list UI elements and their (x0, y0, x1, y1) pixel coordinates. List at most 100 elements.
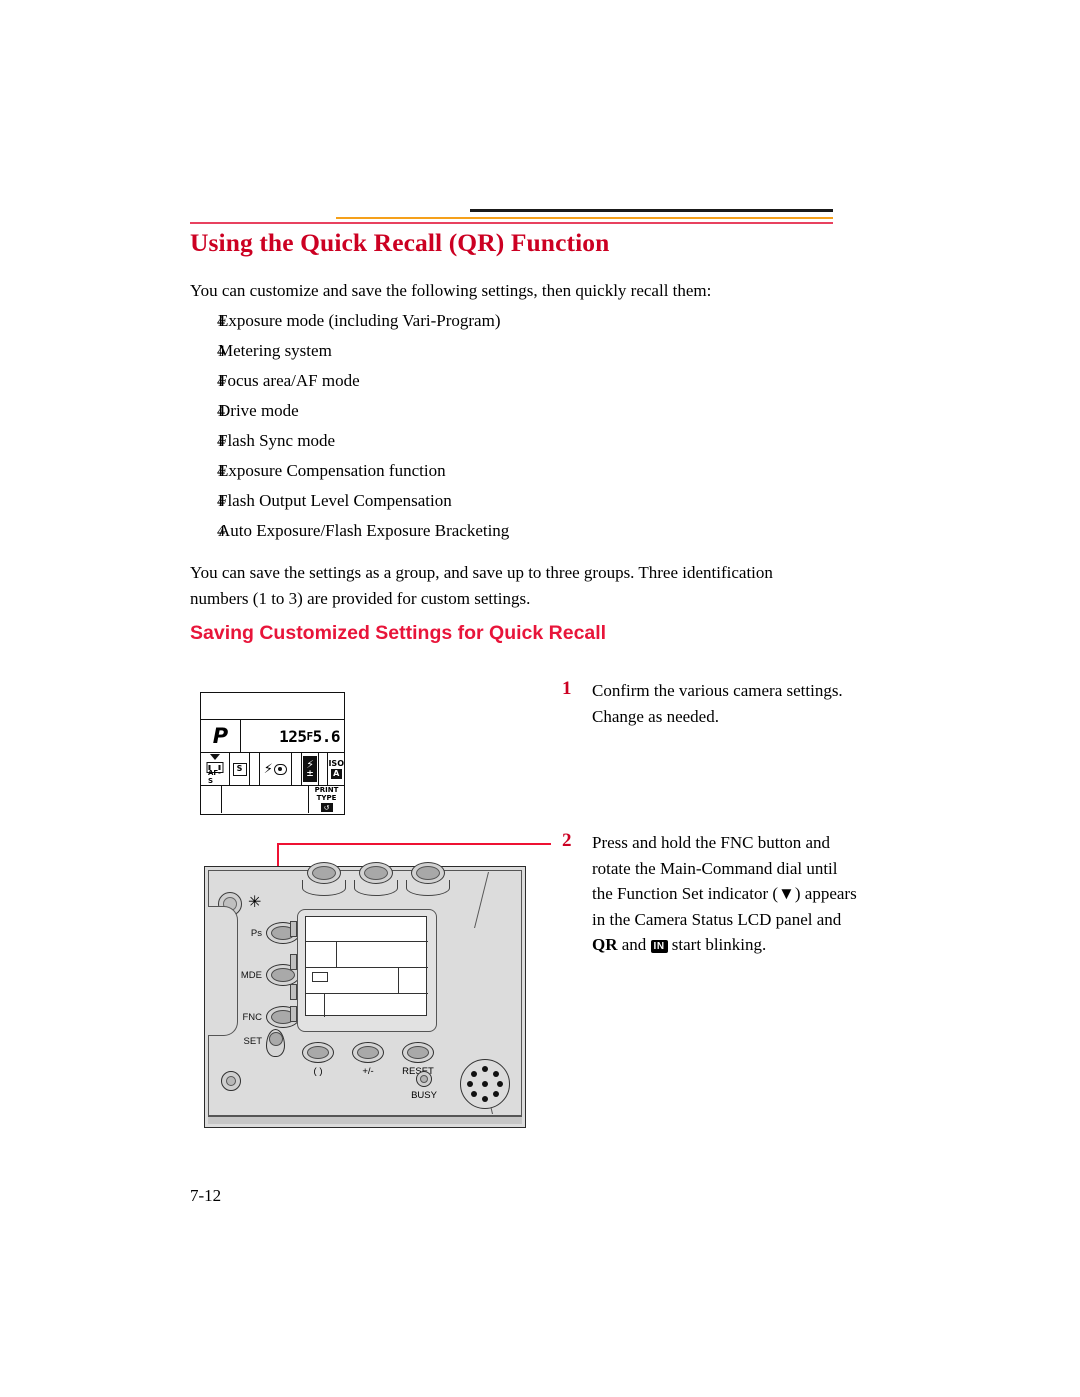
camera-status-lcd-figure: P 125 F 5.6 AF-S S ⚡ ⚡ ± ISO A PRINT TYP… (200, 692, 345, 815)
list-item: 4 Exposure mode (including Vari-Program) (190, 311, 810, 341)
iso-label: ISO (328, 758, 344, 768)
list-item-label: Flash Output Level Compensation (218, 491, 452, 510)
plus-minus-button[interactable] (352, 1042, 384, 1063)
header-rule-red (190, 222, 833, 224)
function-set-arrow-icon: ▼ (778, 884, 795, 904)
lcd-empty-cell (292, 753, 303, 785)
flash-bolt-icon: ⚡ (263, 761, 273, 777)
step-text-part3: and (617, 935, 651, 955)
page-title: Using the Quick Recall (QR) Function (190, 228, 610, 257)
bullet-marker-icon: 4 (217, 313, 225, 330)
callout-leader-horizontal (277, 843, 551, 845)
set-button[interactable] (266, 1029, 285, 1057)
list-item-label: Metering system (218, 341, 332, 360)
step-2: 2 Press and hold the FNC button and rota… (562, 830, 862, 958)
lcd-row-main: P 125 F 5.6 (201, 720, 344, 753)
speaker-grille-icon (460, 1059, 510, 1109)
list-item-label: Exposure mode (including Vari-Program) (218, 311, 501, 330)
qr-emphasis: QR (592, 935, 618, 955)
button-label-plus-minus: +/- (362, 1066, 374, 1077)
door-hinge (290, 1006, 297, 1022)
lcd-row-icons: AF-S S ⚡ ⚡ ± ISO A (201, 753, 344, 786)
list-item-label: Drive mode (218, 401, 299, 420)
camera-back-figure: ✳ Ps MDE FNC SET ( ) +/- RESET BUSY (204, 862, 526, 1128)
step-number: 1 (562, 678, 572, 699)
door-hinge (290, 921, 297, 937)
lcd-divider (398, 967, 400, 993)
paren-button[interactable] (302, 1042, 334, 1063)
top-button[interactable] (411, 862, 445, 884)
lcd-divider (324, 993, 326, 1017)
document-page: Using the Quick Recall (QR) Function You… (0, 0, 1080, 1397)
lcd-field-box (312, 972, 328, 982)
reset-button[interactable] (402, 1042, 434, 1063)
aperture-value: 5.6 (312, 726, 341, 746)
bullet-marker-icon: 4 (217, 373, 225, 390)
drive-mode-icon: S (232, 762, 247, 776)
intro-paragraph: You can customize and save the following… (190, 281, 712, 300)
top-button[interactable] (307, 862, 341, 884)
button-label-set: SET (243, 1036, 262, 1047)
list-item-label: Auto Exposure/Flash Exposure Bracketing (218, 521, 510, 540)
lcd-row-bottom: PRINT TYPE ↺ (201, 786, 344, 813)
lcd-empty-cell (250, 753, 260, 785)
lcd-divider (306, 967, 428, 969)
af-mode-label: AF-S (207, 769, 221, 785)
drive-mode-cell: S (230, 753, 251, 785)
list-item: 4 Focus area/AF mode (190, 371, 810, 401)
lcd-bottom-cell-left (201, 786, 222, 813)
button-label-ps: Ps (250, 928, 262, 939)
exposure-mode-icon: P (201, 720, 241, 752)
door-hinge (290, 984, 297, 1000)
camera-rear-lcd (305, 916, 428, 1017)
button-label-mde: MDE (240, 970, 262, 981)
body-paragraph: You can save the settings as a group, an… (190, 563, 773, 608)
print-type-cell: PRINT TYPE ↺ (309, 786, 344, 813)
flash-compensation-cell: ⚡ ± (302, 753, 319, 785)
door-hinge (290, 954, 297, 970)
print-type-icon: ↺ (320, 803, 333, 812)
bullet-marker-icon: 4 (217, 343, 225, 360)
list-item: 4 Auto Exposure/Flash Exposure Bracketin… (190, 521, 810, 551)
step-text: Confirm the various camera settings. Cha… (592, 681, 843, 726)
step-number: 2 (562, 830, 572, 851)
iso-cell: ISO A (328, 753, 344, 785)
bullet-marker-icon: 4 (217, 493, 225, 510)
step-text: Press and hold the FNC button and rotate… (592, 830, 862, 958)
red-eye-icon (273, 763, 287, 775)
bullet-marker-icon: 4 (217, 403, 225, 420)
ae-lock-asterisk-icon: ✳ (248, 892, 262, 911)
busy-led-icon (416, 1071, 432, 1087)
settings-list: 4 Exposure mode (including Vari-Program)… (190, 311, 810, 551)
bullet-marker-icon: 4 (217, 433, 225, 450)
lcd-divider (306, 941, 428, 943)
iso-value: A (330, 768, 342, 779)
function-set-triangle-icon (209, 754, 220, 760)
iso-indicator: ISO A (328, 758, 344, 779)
flash-compensation-icon: ⚡ ± (303, 756, 318, 782)
print-type-label: PRINT TYPE (314, 786, 339, 802)
redeye-sync-cell: ⚡ (260, 753, 292, 785)
header-rule-black (470, 209, 833, 212)
top-button[interactable] (359, 862, 393, 884)
list-item-label: Exposure Compensation function (218, 461, 446, 480)
in-badge-icon: IN (650, 940, 668, 954)
list-item: 4 Metering system (190, 341, 810, 371)
list-item: 4 Drive mode (190, 401, 810, 431)
step-1: 1 Confirm the various camera settings. C… (562, 678, 862, 729)
camera-base-strip (208, 1116, 522, 1124)
list-item-label: Focus area/AF mode (218, 371, 360, 390)
button-label-paren: ( ) (313, 1066, 323, 1077)
lcd-readout: 125 F 5.6 (241, 720, 344, 752)
bullet-marker-icon: 4 (217, 523, 225, 540)
lower-left-port (221, 1071, 241, 1091)
section-subheading: Saving Customized Settings for Quick Rec… (190, 622, 607, 644)
lcd-row-top (201, 693, 344, 720)
busy-label: BUSY (411, 1090, 437, 1101)
lcd-empty-cell (319, 753, 329, 785)
list-item: 4 Flash Sync mode (190, 431, 810, 461)
list-item: 4 Flash Output Level Compensation (190, 491, 810, 521)
shutter-speed-value: 125 (279, 726, 307, 746)
list-item-label: Flash Sync mode (218, 431, 336, 450)
page-number: 7-12 (190, 1186, 222, 1205)
